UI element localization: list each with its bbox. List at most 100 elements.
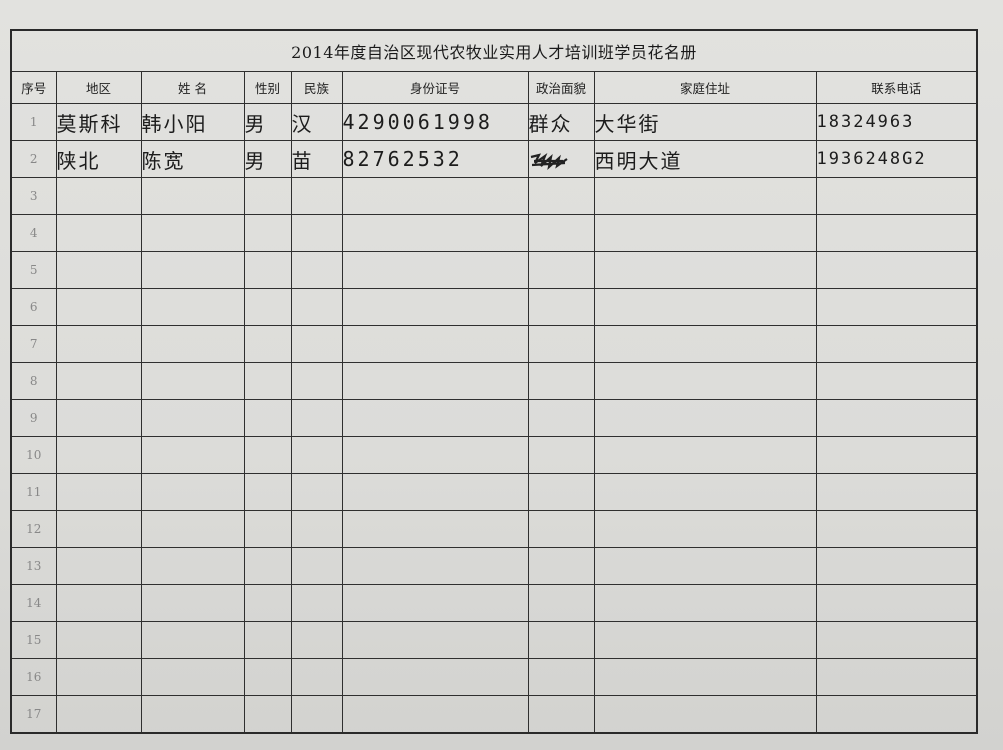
cell-address xyxy=(593,288,817,326)
cell-phone xyxy=(815,362,978,400)
cell-id-number xyxy=(341,288,529,326)
cell-name xyxy=(140,325,245,363)
row-number: 2 xyxy=(10,140,57,178)
cell-address xyxy=(593,547,817,585)
header-number: 序号 xyxy=(10,71,57,104)
cell-political-status xyxy=(527,362,595,400)
cell-region xyxy=(55,362,142,400)
cell-ethnicity: 苗 xyxy=(290,140,343,178)
cell-region xyxy=(55,436,142,474)
cell-ethnicity xyxy=(290,436,343,474)
cell-gender xyxy=(243,547,292,585)
cell-gender xyxy=(243,362,292,400)
cell-name xyxy=(140,251,245,289)
cell-id-number xyxy=(341,584,529,622)
cell-name xyxy=(140,621,245,659)
cell-address xyxy=(593,399,817,437)
cell-phone xyxy=(815,288,978,326)
cell-phone xyxy=(815,547,978,585)
table-row: 6 xyxy=(10,288,978,326)
cell-region xyxy=(55,325,142,363)
header-gender: 性别 xyxy=(243,71,292,104)
table-row: 11 xyxy=(10,473,978,511)
row-number: 9 xyxy=(10,399,57,437)
scribble-mark xyxy=(530,152,568,170)
cell-political-status xyxy=(527,658,595,696)
cell-region: 莫斯科 xyxy=(55,103,142,141)
cell-region xyxy=(55,288,142,326)
table-row: 8 xyxy=(10,362,978,400)
cell-political-status xyxy=(527,436,595,474)
cell-political-status xyxy=(527,473,595,511)
cell-political-status xyxy=(527,510,595,548)
cell-region xyxy=(55,658,142,696)
row-number: 6 xyxy=(10,288,57,326)
cell-name xyxy=(140,547,245,585)
row-number: 14 xyxy=(10,584,57,622)
cell-region xyxy=(55,214,142,252)
cell-address: 西明大道 xyxy=(593,140,817,178)
row-number: 13 xyxy=(10,547,57,585)
cell-name xyxy=(140,177,245,215)
cell-region xyxy=(55,177,142,215)
cell-id-number xyxy=(341,214,529,252)
row-number: 17 xyxy=(10,695,57,734)
cell-phone xyxy=(815,251,978,289)
table-row: 9 xyxy=(10,399,978,437)
cell-political-status xyxy=(527,584,595,622)
row-number: 16 xyxy=(10,658,57,696)
row-number: 3 xyxy=(10,177,57,215)
cell-id-number: 4290061998 xyxy=(341,103,529,141)
cell-gender: 男 xyxy=(243,103,292,141)
cell-name xyxy=(140,510,245,548)
cell-political-status xyxy=(527,621,595,659)
cell-ethnicity xyxy=(290,584,343,622)
cell-gender xyxy=(243,399,292,437)
table-row: 3 xyxy=(10,177,978,215)
table-row: 5 xyxy=(10,251,978,289)
cell-gender xyxy=(243,177,292,215)
row-number: 15 xyxy=(10,621,57,659)
cell-political-status xyxy=(527,288,595,326)
cell-name xyxy=(140,584,245,622)
roster-table: 2014年度自治区现代农牧业实用人才培训班学员花名册 序号 地区 姓 名 性别 … xyxy=(10,29,979,734)
paper-sheet: 2014年度自治区现代农牧业实用人才培训班学员花名册 序号 地区 姓 名 性别 … xyxy=(0,0,1003,750)
cell-gender: 男 xyxy=(243,140,292,178)
cell-address xyxy=(593,621,817,659)
header-id-number: 身份证号 xyxy=(341,71,529,104)
cell-ethnicity: 汉 xyxy=(290,103,343,141)
cell-region xyxy=(55,547,142,585)
cell-id-number xyxy=(341,251,529,289)
cell-political-status xyxy=(527,547,595,585)
cell-name xyxy=(140,473,245,511)
table-row: 16 xyxy=(10,658,978,696)
cell-address xyxy=(593,510,817,548)
cell-ethnicity xyxy=(290,658,343,696)
cell-id-number xyxy=(341,362,529,400)
cell-phone xyxy=(815,584,978,622)
cell-gender xyxy=(243,436,292,474)
header-row: 序号 地区 姓 名 性别 民族 身份证号 政治面貌 家庭住址 联系电话 xyxy=(10,71,978,104)
cell-phone xyxy=(815,621,978,659)
cell-ethnicity xyxy=(290,362,343,400)
cell-region xyxy=(55,251,142,289)
cell-region xyxy=(55,695,142,734)
cell-phone xyxy=(815,695,978,734)
cell-id-number xyxy=(341,695,529,734)
cell-region: 陕北 xyxy=(55,140,142,178)
row-number: 7 xyxy=(10,325,57,363)
table-row: 15 xyxy=(10,621,978,659)
cell-phone xyxy=(815,177,978,215)
cell-ethnicity xyxy=(290,325,343,363)
row-number: 4 xyxy=(10,214,57,252)
cell-ethnicity xyxy=(290,288,343,326)
cell-region xyxy=(55,584,142,622)
cell-address xyxy=(593,362,817,400)
cell-id-number xyxy=(341,177,529,215)
cell-gender xyxy=(243,473,292,511)
cell-name xyxy=(140,695,245,734)
table-row: 2 陕北 陈宽男苗 82762532 西明大道 1936248G2 xyxy=(10,140,978,178)
cell-political-status xyxy=(527,214,595,252)
cell-address xyxy=(593,214,817,252)
table-row: 1 莫斯科 韩小阳男汉 4290061998 群众 大华街 18324963 xyxy=(10,103,978,141)
